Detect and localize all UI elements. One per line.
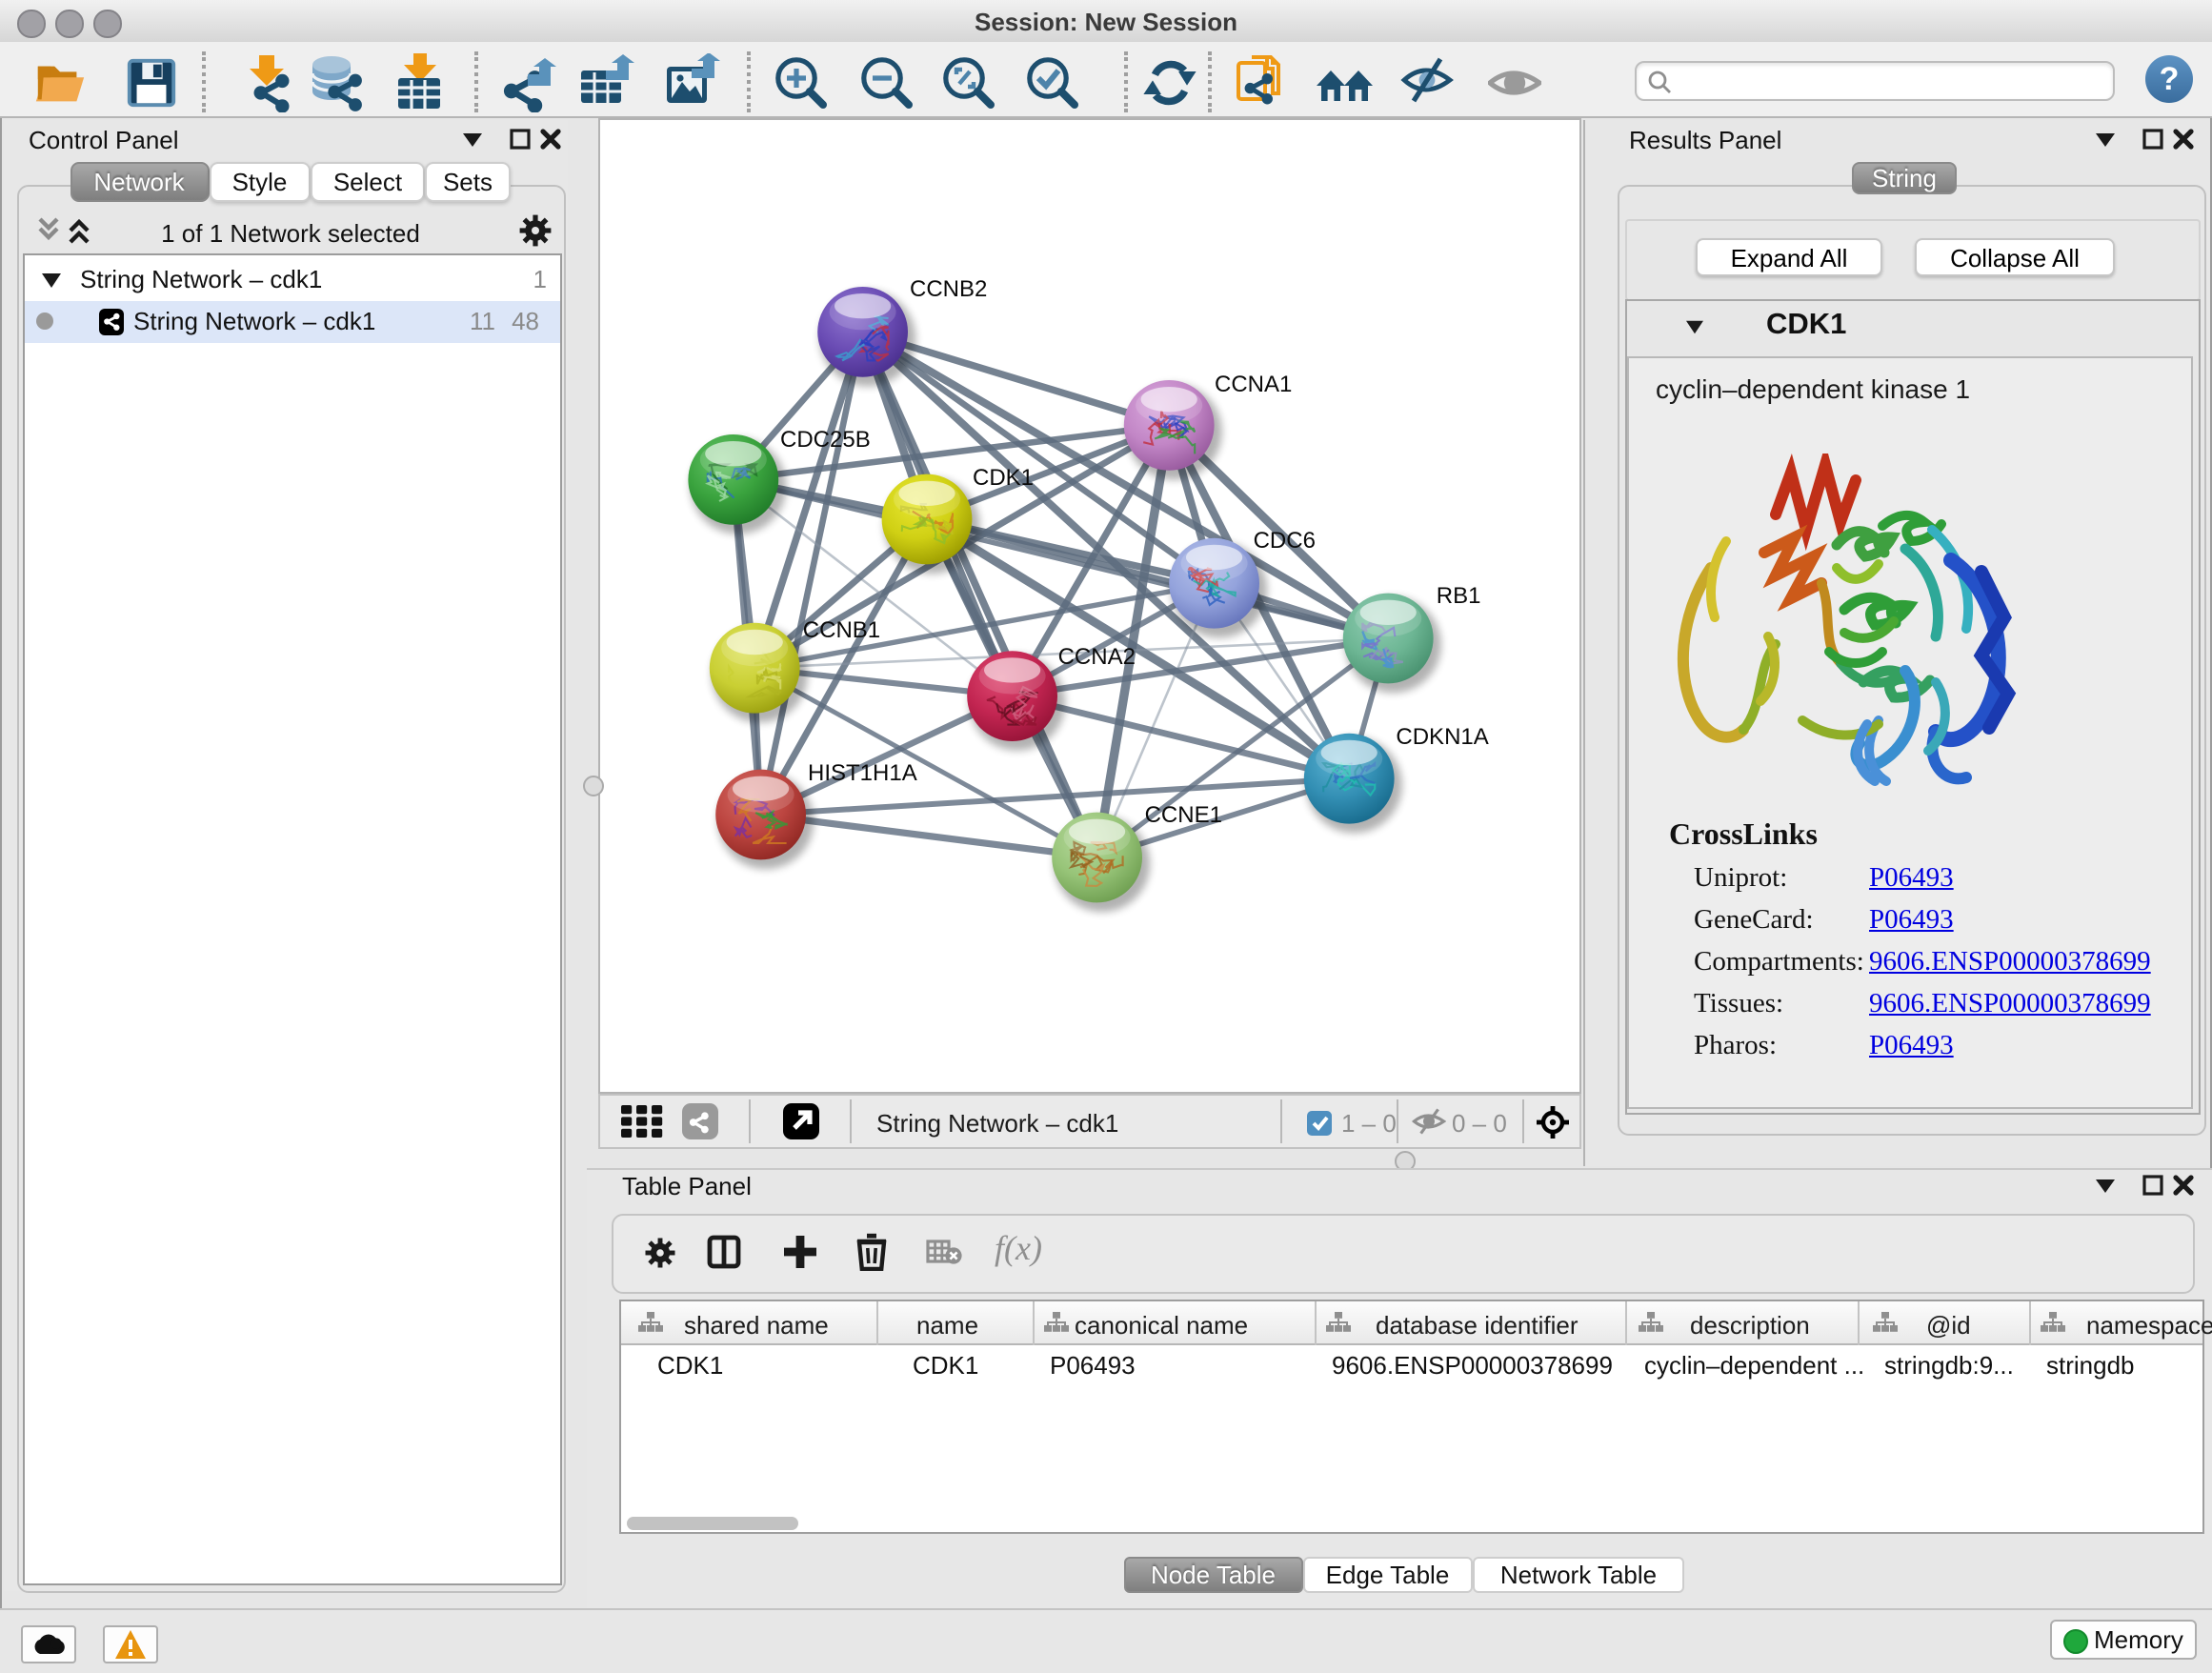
svg-text:CDKN1A: CDKN1A [1396,724,1488,750]
svg-text:CDK1: CDK1 [973,465,1034,491]
svg-text:CDC25B: CDC25B [780,427,871,453]
svg-text:CCNE1: CCNE1 [1145,802,1222,828]
svg-text:HIST1H1A: HIST1H1A [808,760,917,786]
svg-text:RB1: RB1 [1437,583,1481,609]
svg-text:CDC6: CDC6 [1254,528,1316,554]
svg-text:CCNB2: CCNB2 [910,276,987,302]
svg-text:CCNA2: CCNA2 [1058,644,1136,670]
svg-text:CCNB1: CCNB1 [803,617,880,643]
svg-text:CCNA1: CCNA1 [1215,372,1292,397]
